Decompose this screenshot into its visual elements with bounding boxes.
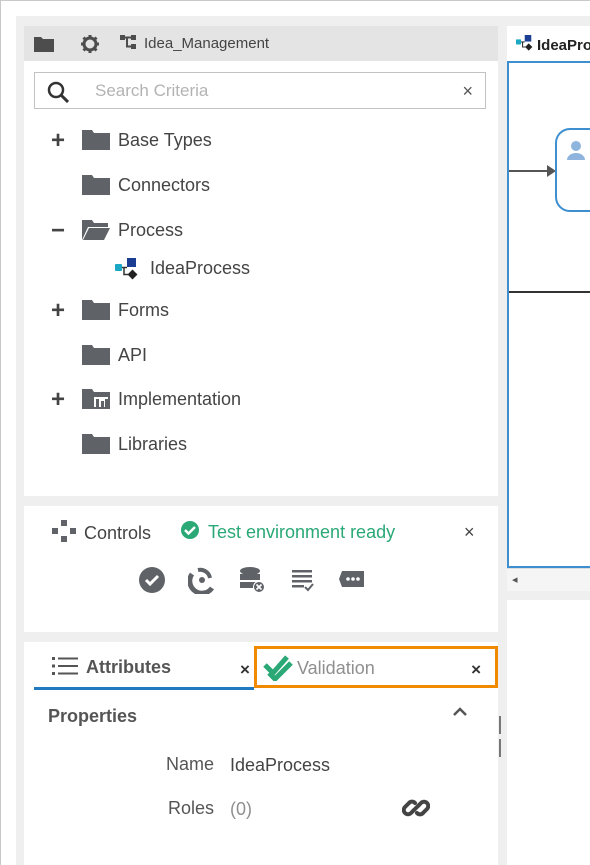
tree-item-ideaprocess[interactable]: IdeaProcess bbox=[24, 254, 498, 284]
tab-ideaprocess[interactable]: IdeaProcess bbox=[515, 35, 590, 55]
property-roles-label: Roles bbox=[167, 798, 214, 818]
tree-item-implementation[interactable]: + Implementation bbox=[24, 385, 498, 415]
repository-panel: Idea_Management × + Base Types Connector… bbox=[24, 26, 498, 496]
check-circle-icon bbox=[180, 520, 200, 545]
folder-icon bbox=[82, 298, 110, 325]
tab-label: Validation bbox=[297, 658, 375, 678]
close-icon[interactable]: × bbox=[471, 660, 481, 680]
message-icon[interactable] bbox=[336, 564, 368, 596]
editor-tab-bar: IdeaProcess bbox=[507, 26, 590, 61]
chevron-up-icon[interactable] bbox=[452, 700, 468, 721]
gear-icon[interactable] bbox=[74, 28, 106, 59]
tab-label: IdeaProcess bbox=[537, 36, 590, 54]
folder-icon bbox=[82, 432, 110, 459]
search-clear-icon[interactable]: × bbox=[462, 81, 473, 102]
window-left-border bbox=[0, 0, 1, 865]
deploy-icon[interactable] bbox=[186, 564, 218, 596]
search-input[interactable] bbox=[95, 79, 435, 103]
active-tab-indicator bbox=[34, 687, 254, 690]
tree-item-label: Connectors bbox=[118, 175, 211, 195]
tree-item-process[interactable]: − Process bbox=[24, 216, 498, 246]
tab-label: Attributes bbox=[86, 657, 171, 677]
expand-icon[interactable]: + bbox=[48, 388, 68, 412]
project-tree-icon bbox=[120, 34, 138, 54]
tree-item-label: Forms bbox=[118, 300, 169, 320]
repository-toolbar: Idea_Management bbox=[24, 26, 498, 61]
panel-resize-handle[interactable] bbox=[499, 716, 505, 757]
tree-item-base-types[interactable]: + Base Types bbox=[24, 126, 498, 156]
horizontal-scrollbar[interactable]: ◂ bbox=[507, 568, 590, 591]
folder-icon bbox=[82, 173, 110, 200]
search-icon[interactable] bbox=[47, 81, 70, 108]
tree-item-label: API bbox=[118, 345, 148, 365]
remove-database-icon[interactable] bbox=[236, 564, 268, 596]
project-selector[interactable]: Idea_Management bbox=[120, 28, 269, 59]
controls-toolbar bbox=[136, 564, 368, 596]
property-roles-value: (0) bbox=[230, 799, 252, 819]
property-name-value[interactable]: IdeaProcess bbox=[230, 755, 330, 776]
tree-item-label: Libraries bbox=[118, 434, 188, 454]
controls-icon bbox=[52, 520, 76, 547]
folder-implementation-icon bbox=[82, 387, 110, 414]
folder-icon[interactable] bbox=[28, 28, 60, 59]
close-icon[interactable]: × bbox=[464, 522, 475, 543]
tree-item-label: Process bbox=[118, 220, 184, 240]
tree-item-label: Implementation bbox=[118, 389, 242, 409]
section-title: Properties bbox=[48, 706, 138, 726]
window-top-border bbox=[0, 0, 590, 1]
expand-icon[interactable]: + bbox=[48, 299, 68, 323]
status-text: Test environment ready bbox=[208, 522, 396, 542]
tree-item-libraries[interactable]: Libraries bbox=[24, 430, 498, 460]
tree-item-label: Base Types bbox=[118, 130, 212, 150]
process-icon bbox=[515, 35, 533, 55]
controls-title: Controls bbox=[84, 523, 152, 543]
collapse-icon[interactable]: − bbox=[48, 219, 68, 243]
tab-validation[interactable]: Validation × bbox=[254, 646, 498, 688]
double-check-icon bbox=[263, 655, 293, 686]
report-icon[interactable] bbox=[286, 564, 318, 596]
folder-icon bbox=[82, 128, 110, 155]
controls-panel: Controls Test environment ready × bbox=[24, 506, 498, 632]
list-icon bbox=[52, 656, 78, 681]
process-diagram-canvas[interactable] bbox=[507, 61, 590, 568]
close-icon[interactable]: × bbox=[240, 660, 250, 680]
property-name-label: Name bbox=[165, 754, 214, 774]
scroll-left-icon[interactable]: ◂ bbox=[512, 573, 518, 586]
editor-lower-panel bbox=[507, 600, 590, 865]
tree-item-connectors[interactable]: Connectors bbox=[24, 171, 498, 201]
link-icon[interactable] bbox=[401, 794, 431, 827]
tree-item-api[interactable]: API bbox=[24, 341, 498, 371]
attributes-panel: Attributes × Validation × Properties Nam… bbox=[24, 642, 498, 865]
status-badge: Test environment ready bbox=[180, 520, 395, 545]
diagram-content bbox=[509, 128, 590, 293]
folder-icon bbox=[82, 343, 110, 370]
project-name: Idea_Management bbox=[144, 35, 270, 52]
folder-open-icon bbox=[82, 218, 110, 245]
search-box: × bbox=[34, 72, 486, 109]
validate-icon[interactable] bbox=[136, 564, 168, 596]
tree-item-forms[interactable]: + Forms bbox=[24, 296, 498, 326]
controls-header: Controls bbox=[52, 520, 151, 547]
expand-icon[interactable]: + bbox=[48, 129, 68, 153]
tab-attributes[interactable]: Attributes × bbox=[34, 642, 254, 688]
tree-item-label: IdeaProcess bbox=[150, 258, 251, 278]
process-icon bbox=[114, 258, 138, 285]
